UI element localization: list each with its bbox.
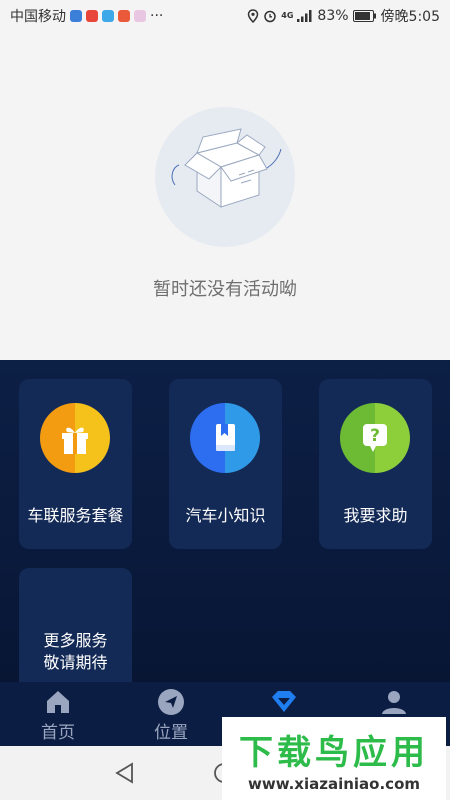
status-left: 中国移动 ··· xyxy=(10,6,163,26)
battery-percent: 83% xyxy=(317,8,349,24)
help-icon: ? xyxy=(340,403,410,473)
open-box-icon xyxy=(171,128,282,208)
more-notifications-icon: ··· xyxy=(150,8,164,24)
empty-state: 暂时还没有活动呦 xyxy=(0,32,450,360)
service-label: 我要求助 xyxy=(343,506,408,525)
tab-label: 首页 xyxy=(41,723,75,743)
signal-icon xyxy=(297,10,312,22)
headline-app-icon xyxy=(118,10,130,22)
location-pin-icon xyxy=(248,9,259,23)
status-bar: 中国移动 ··· 4G 83% 傍晚5:05 xyxy=(0,0,450,32)
tab-location[interactable]: 位置 xyxy=(115,682,227,746)
empty-message: 暂时还没有活动呦 xyxy=(153,279,297,300)
gift-icon xyxy=(40,403,110,473)
more-services-line1: 更多服务 xyxy=(43,631,108,650)
book-icon xyxy=(190,403,260,473)
watermark-logo: 下载鸟应用 www.xiazainiao.com xyxy=(222,717,446,800)
services-panel: 车联服务套餐 汽车小知识 ? 我要求助 更多服务 敬请期待 xyxy=(0,360,450,682)
shield-app-icon xyxy=(70,10,82,22)
service-card-car-knowledge[interactable]: 汽车小知识 xyxy=(169,379,282,549)
clock: 傍晚5:05 xyxy=(380,9,440,25)
battery-icon xyxy=(352,10,376,22)
home-icon xyxy=(47,691,69,713)
empty-box-illustration xyxy=(155,107,295,247)
carrier-name: 中国移动 xyxy=(10,9,66,25)
service-label: 车联服务套餐 xyxy=(27,506,124,525)
service-card-more: 更多服务 敬请期待 xyxy=(19,568,132,682)
svg-text:?: ? xyxy=(370,426,380,446)
user-icon xyxy=(382,691,406,714)
diamond-icon xyxy=(272,691,296,712)
tab-home[interactable]: 首页 xyxy=(2,682,114,746)
watermark-url: www.xiazainiao.com xyxy=(247,775,421,793)
alarm-icon xyxy=(264,10,277,23)
watermark-title: 下载鸟应用 xyxy=(239,733,429,773)
status-right: 4G 83% 傍晚5:05 xyxy=(247,6,440,26)
service-card-package[interactable]: 车联服务套餐 xyxy=(19,379,132,549)
more-services-label: 更多服务 敬请期待 xyxy=(19,630,132,674)
service-card-help[interactable]: ? 我要求助 xyxy=(319,379,432,549)
browser-app-icon xyxy=(102,10,114,22)
network-type: 4G xyxy=(281,11,294,20)
tab-label: 位置 xyxy=(154,723,188,743)
news-app-icon xyxy=(86,10,98,22)
photo-app-icon xyxy=(134,10,146,22)
service-label: 汽车小知识 xyxy=(185,506,266,525)
back-icon[interactable] xyxy=(114,762,136,784)
location-icon xyxy=(158,689,184,715)
more-services-line2: 敬请期待 xyxy=(43,653,108,672)
